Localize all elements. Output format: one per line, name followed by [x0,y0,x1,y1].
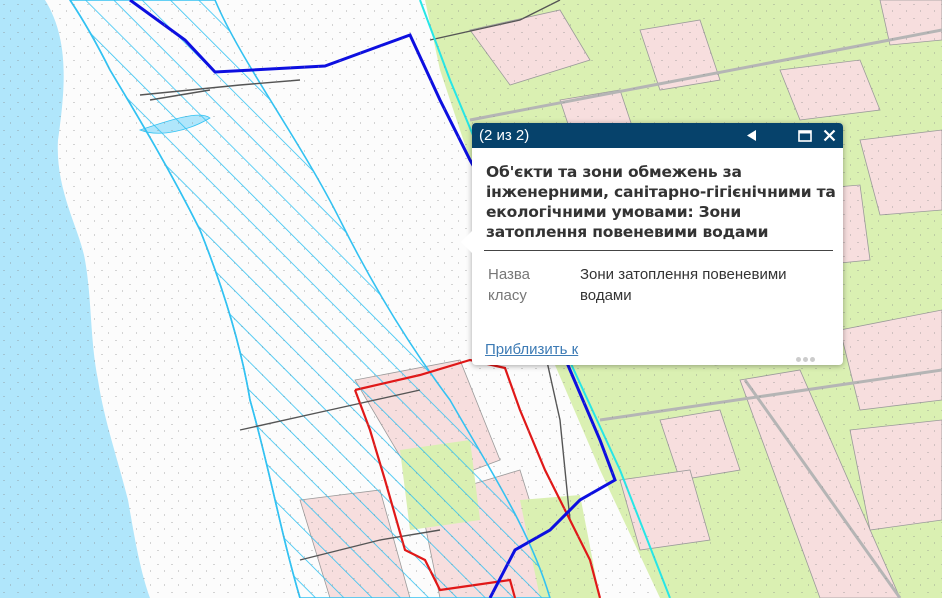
close-icon [823,129,835,142]
zoom-to-link[interactable]: Приблизить к [485,341,578,358]
ellipsis-icon [796,357,801,362]
more-actions-button[interactable] [796,349,817,367]
divider [484,250,833,251]
close-button[interactable] [818,123,840,148]
attribute-value: Зони затоплення повеневими водами [580,266,787,304]
attribute-label: Назва класу [488,266,531,304]
feature-popup: (2 из 2) Об'єкти та зони обмежень за інж… [461,123,843,367]
popup-title: Об'єкти та зони обмежень за інженерними,… [486,163,836,241]
left-triangle-icon [746,130,756,141]
popup-header: (2 из 2) [472,123,843,148]
popup-pointer [461,231,472,253]
maximize-icon [798,129,812,142]
maximize-button[interactable] [794,123,816,148]
feature-counter: (2 из 2) [479,127,530,144]
previous-feature-button[interactable] [740,123,762,148]
